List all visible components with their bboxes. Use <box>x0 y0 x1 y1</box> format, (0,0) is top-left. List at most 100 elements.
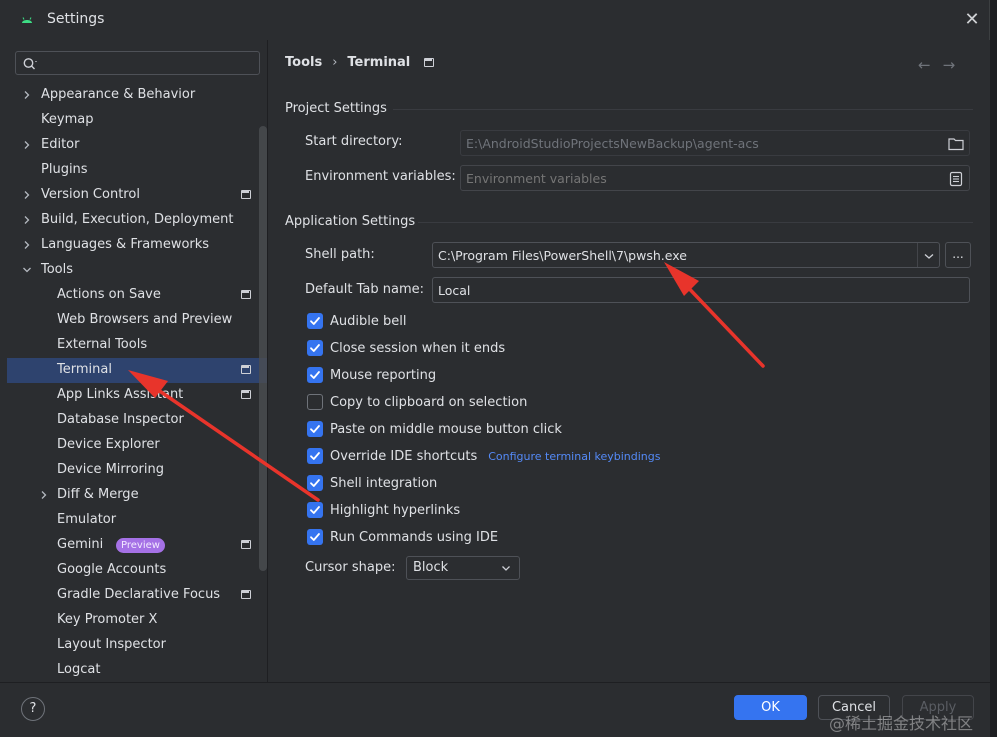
sidebar-item-appearance-behavior[interactable]: Appearance & Behavior <box>0 83 260 108</box>
nav-arrows: ← → <box>918 56 955 74</box>
option-override-ide-shortcuts[interactable]: Override IDE shortcuts Configure terminal… <box>307 446 660 466</box>
search-box[interactable] <box>15 51 260 75</box>
sidebar-item-label: Logcat <box>57 662 101 677</box>
sidebar-item-external-tools[interactable]: External Tools <box>0 333 260 358</box>
checkbox-checked[interactable] <box>307 313 323 329</box>
sidebar-item-label: App Links Assistant <box>57 387 184 402</box>
checkbox-checked[interactable] <box>307 529 323 545</box>
forward-arrow-icon[interactable]: → <box>943 56 956 74</box>
default-tab-name-input[interactable] <box>438 282 934 299</box>
sidebar-item-version-control[interactable]: Version Control <box>0 183 260 208</box>
option-mouse-reporting[interactable]: Mouse reporting <box>307 365 436 385</box>
checkbox-checked[interactable] <box>307 502 323 518</box>
ok-button[interactable]: OK <box>734 695 807 720</box>
background-editor <box>990 0 997 737</box>
option-paste-on-middle-mouse-button-click[interactable]: Paste on middle mouse button click <box>307 419 562 439</box>
back-arrow-icon[interactable]: ← <box>918 56 931 74</box>
chevron-right-icon[interactable] <box>22 190 32 200</box>
sidebar-item-gemini[interactable]: Gemini Preview <box>0 533 260 558</box>
sidebar-item-label: Appearance & Behavior <box>41 87 196 102</box>
sidebar-item-logcat[interactable]: Logcat <box>0 658 260 683</box>
close-icon[interactable]: ✕ <box>962 10 982 30</box>
sidebar-item-layout-inspector[interactable]: Layout Inspector <box>0 633 260 658</box>
sidebar-scrollbar[interactable] <box>259 126 267 571</box>
option-highlight-hyperlinks[interactable]: Highlight hyperlinks <box>307 500 460 520</box>
sidebar-item-tools[interactable]: Tools <box>0 258 260 283</box>
sidebar-item-label: Gradle Declarative Focus <box>57 587 221 602</box>
checkbox-checked[interactable] <box>307 421 323 437</box>
checkbox-checked[interactable] <box>307 448 323 464</box>
option-label: Copy to clipboard on selection <box>330 394 528 410</box>
sidebar-item-build-execution-deployment[interactable]: Build, Execution, Deployment <box>0 208 260 233</box>
section-divider <box>393 109 973 110</box>
env-vars-input[interactable] <box>466 170 934 187</box>
sidebar-item-emulator[interactable]: Emulator <box>0 508 260 533</box>
option-label: Run Commands using IDE <box>330 529 499 545</box>
checkmark-icon <box>310 371 320 379</box>
breadcrumb-current: Terminal <box>347 55 411 70</box>
checkmark-icon <box>310 425 320 433</box>
android-studio-icon <box>22 17 32 23</box>
option-label: Audible bell <box>330 313 407 329</box>
sidebar-item-diff-merge[interactable]: Diff & Merge <box>0 483 260 508</box>
breadcrumb: Tools › Terminal <box>285 55 435 70</box>
option-shell-integration[interactable]: Shell integration <box>307 473 437 493</box>
start-directory-field[interactable] <box>460 130 970 156</box>
shell-path-input[interactable] <box>438 247 904 264</box>
option-label: Close session when it ends <box>330 340 506 356</box>
chevron-right-icon[interactable] <box>39 490 49 500</box>
option-copy-to-clipboard-on-selection[interactable]: Copy to clipboard on selection <box>307 392 527 412</box>
sidebar-item-label: Plugins <box>41 162 88 177</box>
shell-path-combo[interactable] <box>432 242 940 268</box>
list-edit-icon[interactable] <box>947 170 965 188</box>
help-button[interactable]: ? <box>21 697 45 721</box>
sidebar-item-terminal[interactable]: Terminal <box>7 358 267 383</box>
chevron-down-icon[interactable] <box>22 265 32 275</box>
sidebar-item-device-mirroring[interactable]: Device Mirroring <box>0 458 260 483</box>
chevron-right-icon[interactable] <box>22 240 32 250</box>
sidebar-item-label: Editor <box>41 137 80 152</box>
sidebar-item-label: Languages & Frameworks <box>41 237 210 252</box>
env-vars-field[interactable] <box>460 165 970 191</box>
sidebar-item-key-promoter-x[interactable]: Key Promoter X <box>0 608 260 633</box>
cursor-shape-select[interactable]: Block <box>406 556 520 580</box>
breadcrumb-parent[interactable]: Tools <box>285 55 322 70</box>
sidebar-item-label: Google Accounts <box>57 562 167 577</box>
sidebar-item-database-inspector[interactable]: Database Inspector <box>0 408 260 433</box>
chevron-right-icon[interactable] <box>22 140 32 150</box>
folder-icon[interactable] <box>947 135 965 153</box>
sidebar-item-label: Key Promoter X <box>57 612 158 627</box>
checkbox-checked[interactable] <box>307 340 323 356</box>
sidebar-item-google-accounts[interactable]: Google Accounts <box>0 558 260 583</box>
checkbox-checked[interactable] <box>307 367 323 383</box>
checkbox-unchecked[interactable] <box>307 394 323 410</box>
title-bar: Settings ✕ <box>0 0 990 40</box>
sidebar-item-app-links-assistant[interactable]: App Links Assistant <box>0 383 260 408</box>
sidebar-item-device-explorer[interactable]: Device Explorer <box>0 433 260 458</box>
sidebar-item-keymap[interactable]: Keymap <box>0 108 260 133</box>
chevron-right-icon[interactable] <box>22 215 32 225</box>
option-audible-bell[interactable]: Audible bell <box>307 311 406 331</box>
checkbox-checked[interactable] <box>307 475 323 491</box>
sidebar-item-web-browsers-and-preview[interactable]: Web Browsers and Preview <box>0 308 260 333</box>
sidebar-item-languages-frameworks[interactable]: Languages & Frameworks <box>0 233 260 258</box>
chevron-right-icon[interactable] <box>22 90 32 100</box>
checkmark-icon <box>310 506 320 514</box>
sidebar-item-plugins[interactable]: Plugins <box>0 158 260 183</box>
default-tab-name-field[interactable] <box>432 277 970 303</box>
breadcrumb-separator: › <box>332 55 338 70</box>
sidebar-item-actions-on-save[interactable]: Actions on Save <box>0 283 260 308</box>
sidebar-item-label: Database Inspector <box>57 412 184 427</box>
preview-badge: Preview <box>116 538 165 553</box>
sidebar-item-editor[interactable]: Editor <box>0 133 260 158</box>
configure-keybindings-link[interactable]: Configure terminal keybindings <box>488 450 660 463</box>
option-run-commands-using-ide[interactable]: Run Commands using IDE <box>307 527 498 547</box>
section-divider <box>418 222 973 223</box>
browse-button[interactable]: ... <box>945 242 971 268</box>
chevron-down-icon[interactable] <box>920 247 938 265</box>
search-input[interactable] <box>42 54 252 72</box>
start-directory-input[interactable] <box>466 135 934 152</box>
sidebar-item-gradle-declarative-focus[interactable]: Gradle Declarative Focus <box>0 583 260 608</box>
sidebar-item-label: Keymap <box>41 112 94 127</box>
option-close-session-when-it-ends[interactable]: Close session when it ends <box>307 338 505 358</box>
